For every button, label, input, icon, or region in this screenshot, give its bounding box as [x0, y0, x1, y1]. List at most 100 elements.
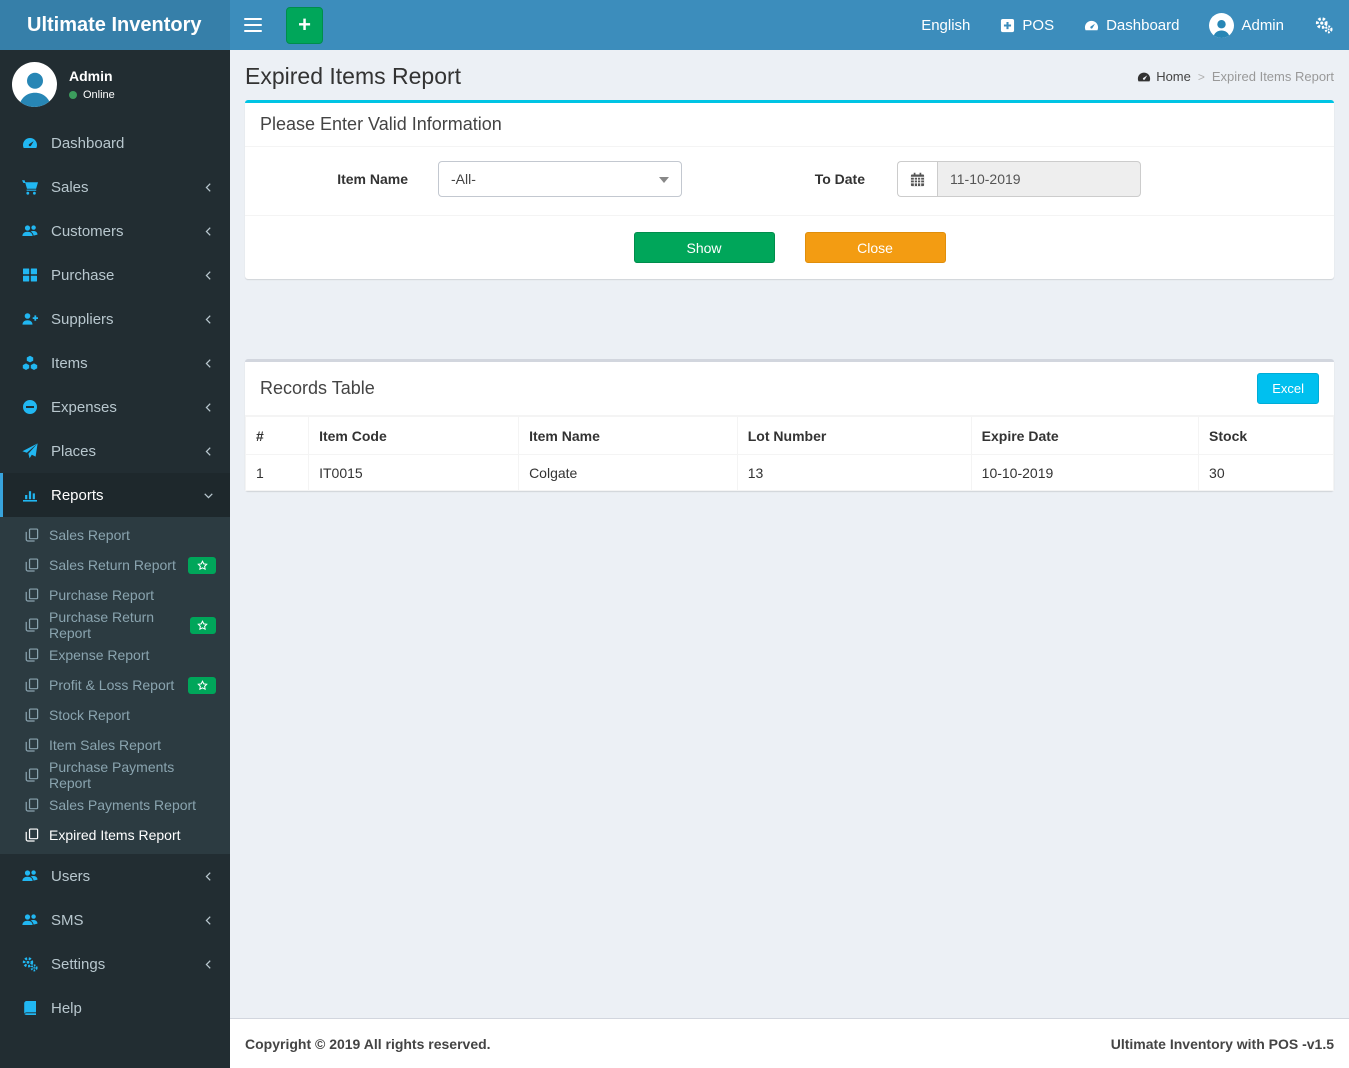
- sidebar-item-label: Settings: [51, 955, 106, 973]
- sidebar-item-label: SMS: [51, 911, 84, 929]
- online-dot: [69, 91, 77, 99]
- pos-label: POS: [1022, 16, 1055, 34]
- to-date-input[interactable]: 11-10-2019: [937, 161, 1141, 197]
- users-icon: [22, 912, 38, 928]
- copy-icon: [25, 708, 39, 722]
- sidebar-subitem-label: Sales Payments Report: [49, 797, 197, 813]
- copy-icon: [25, 768, 39, 782]
- cell-expire-date: 10-10-2019: [970, 454, 1200, 491]
- sidebar-subitem-label: Purchase Report: [49, 587, 155, 603]
- item-name-selected-value: -All-: [451, 171, 476, 187]
- sidebar-subitem-item-sales-report[interactable]: Item Sales Report: [0, 730, 230, 760]
- filter-form-row: Item Name -All- To Date 11-10-2019: [260, 161, 1319, 197]
- avatar: [12, 62, 57, 107]
- chevron-left-icon: [203, 871, 214, 882]
- pos-link[interactable]: POS: [985, 0, 1069, 50]
- sidebar-menu: Dashboard Sales Customers Purchase Suppl…: [0, 121, 230, 1068]
- copy-icon: [25, 588, 39, 602]
- sidebar-item-reports[interactable]: Reports: [0, 473, 230, 517]
- tachometer-icon: [1084, 18, 1099, 33]
- gears-icon: [22, 956, 38, 972]
- sidebar-item-sms[interactable]: SMS: [0, 898, 230, 942]
- app-logo[interactable]: Ultimate Inventory: [0, 0, 230, 50]
- sidebar-subitem-purchase-report[interactable]: Purchase Report: [0, 580, 230, 610]
- chevron-left-icon: [203, 358, 214, 369]
- sidebar-item-label: Reports: [51, 486, 104, 504]
- cart-icon: [22, 179, 38, 195]
- sidebar-item-sales[interactable]: Sales: [0, 165, 230, 209]
- settings-menu[interactable]: [1299, 0, 1349, 50]
- sidebar-item-help[interactable]: Help: [0, 986, 230, 1030]
- copy-icon: [25, 618, 39, 632]
- sidebar-subitem-purchase-return-report[interactable]: Purchase Return Report: [0, 609, 230, 641]
- chevron-left-icon: [203, 314, 214, 325]
- records-panel: Records Table Excel # Item Code Item Nam…: [244, 359, 1334, 491]
- sidebar-subitem-label: Expense Report: [49, 647, 150, 663]
- calendar-icon[interactable]: [897, 161, 937, 197]
- sidebar-subitem-label: Purchase Return Report: [49, 609, 155, 641]
- add-button[interactable]: +: [286, 6, 323, 44]
- copy-icon: [25, 828, 39, 842]
- sidebar-subitem-purchase-payments-report[interactable]: Purchase Payments Report: [0, 759, 230, 791]
- topbar-user-name: Admin: [1241, 16, 1284, 34]
- filter-panel-body: Item Name -All- To Date 11-10-2019: [245, 147, 1334, 215]
- sidebar-subitem-profit-loss-report[interactable]: Profit & Loss Report: [0, 670, 230, 700]
- sidebar-subitem-expense-report[interactable]: Expense Report: [0, 640, 230, 670]
- sidebar-subitem-label: Expired Items Report: [49, 827, 181, 843]
- table-header-row: # Item Code Item Name Lot Number Expire …: [244, 416, 1334, 455]
- sidebar-subitem-stock-report[interactable]: Stock Report: [0, 700, 230, 730]
- sidebar-item-customers[interactable]: Customers: [0, 209, 230, 253]
- sidebar-item-suppliers[interactable]: Suppliers: [0, 297, 230, 341]
- sidebar-subitem-label: Purchase Payments Report: [49, 759, 175, 791]
- content-area: Expired Items Report Home > Expired Item…: [230, 50, 1349, 1018]
- sidebar-item-dashboard[interactable]: Dashboard: [0, 121, 230, 165]
- sidebar-item-expenses[interactable]: Expenses: [0, 385, 230, 429]
- page-title: Expired Items Report: [245, 63, 462, 89]
- records-panel-title: Records Table: [260, 378, 375, 398]
- language-menu[interactable]: English: [906, 0, 985, 50]
- sidebar-item-users[interactable]: Users: [0, 854, 230, 898]
- star-badge: [188, 556, 216, 574]
- sidebar-item-settings[interactable]: Settings: [0, 942, 230, 986]
- sidebar-item-label: Suppliers: [51, 310, 114, 328]
- column-header-lot-number: Lot Number: [736, 416, 972, 455]
- sidebar-subitem-sales-payments-report[interactable]: Sales Payments Report: [0, 790, 230, 820]
- tachometer-icon: [22, 135, 38, 151]
- user-status: Online: [69, 89, 115, 101]
- sidebar-item-label: Dashboard: [51, 134, 125, 152]
- chevron-left-icon: [203, 226, 214, 237]
- column-header-item-code: Item Code: [308, 416, 520, 455]
- sidebar-subitem-expired-items-report[interactable]: Expired Items Report: [0, 820, 230, 850]
- copyright-text: Copyright © 2019 All rights reserved.: [245, 1035, 491, 1052]
- sidebar-item-label: Places: [51, 442, 97, 460]
- breadcrumb-home-link[interactable]: Home: [1137, 69, 1191, 84]
- user-menu[interactable]: Admin: [1194, 0, 1299, 50]
- close-button[interactable]: Close: [804, 232, 946, 263]
- show-button[interactable]: Show: [633, 232, 775, 263]
- dashboard-link[interactable]: Dashboard: [1069, 0, 1194, 50]
- minus-circle-icon: [22, 399, 38, 415]
- sidebar-subitem-sales-report[interactable]: Sales Report: [0, 520, 230, 550]
- cell-stock: 30: [1198, 454, 1334, 491]
- sidebar-item-label: Purchase: [51, 266, 115, 284]
- column-header-expire-date: Expire Date: [970, 416, 1200, 455]
- table-row: 1 IT0015 Colgate 13 10-10-2019 30: [244, 454, 1334, 491]
- sidebar: Ultimate Inventory Admin Online Dashboar…: [0, 0, 230, 1068]
- sidebar-item-items[interactable]: Items: [0, 341, 230, 385]
- cell-item-name: Colgate: [518, 454, 738, 491]
- person-icon: [1213, 19, 1231, 38]
- sidebar-subitem-sales-return-report[interactable]: Sales Return Report: [0, 550, 230, 580]
- excel-export-button[interactable]: Excel: [1257, 373, 1319, 404]
- sidebar-toggle-button[interactable]: [230, 0, 276, 50]
- filter-panel: Please Enter Valid Information Item Name…: [245, 100, 1334, 279]
- top-navbar: + English POS Dashboard Admin: [230, 0, 1349, 50]
- filter-panel-title: Please Enter Valid Information: [260, 114, 502, 134]
- breadcrumb: Home > Expired Items Report: [1137, 69, 1334, 84]
- footer: Copyright © 2019 All rights reserved. Ul…: [230, 1018, 1349, 1068]
- topnav-right: English POS Dashboard Admin: [906, 0, 1349, 50]
- sidebar-item-places[interactable]: Places: [0, 429, 230, 473]
- column-header-item-name: Item Name: [518, 416, 738, 455]
- item-name-select[interactable]: -All-: [438, 161, 682, 197]
- user-panel: Admin Online: [0, 50, 230, 121]
- sidebar-item-purchase[interactable]: Purchase: [0, 253, 230, 297]
